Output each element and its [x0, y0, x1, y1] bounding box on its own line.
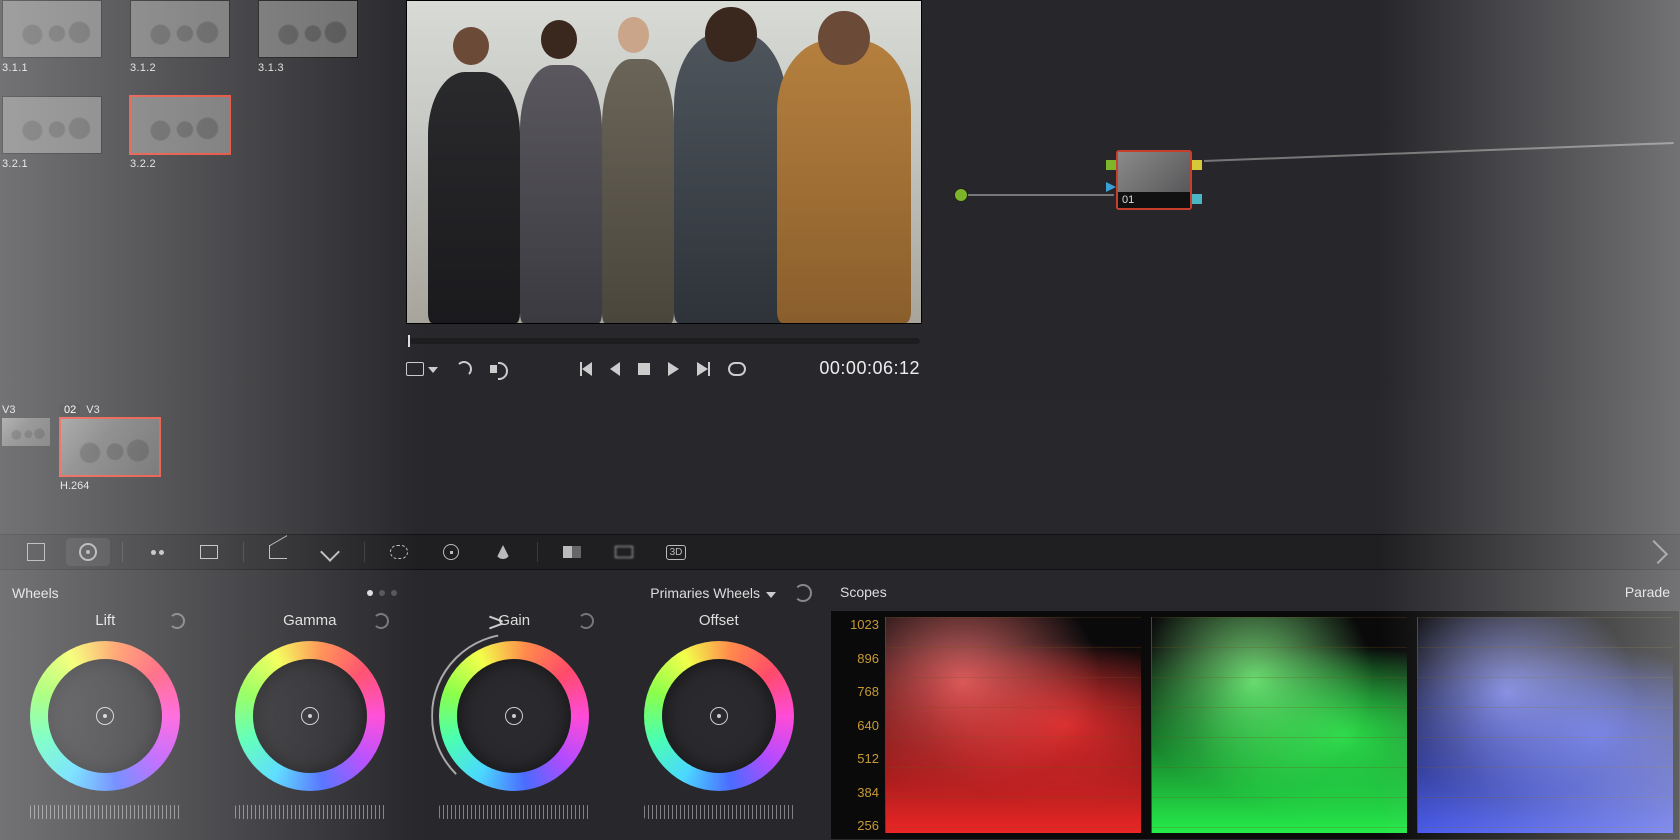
palette-qualifier-button[interactable]	[308, 538, 352, 566]
palette-sizing-button[interactable]	[14, 538, 58, 566]
reset-button[interactable]	[578, 613, 594, 629]
viewer: 00:00:06:12	[398, 0, 928, 379]
expand-palette-button[interactable]	[1644, 540, 1668, 564]
wheel-label: Lift	[95, 612, 115, 629]
wheel-indicator[interactable]	[505, 707, 523, 725]
palette-key-button[interactable]	[550, 538, 594, 566]
first-frame-button[interactable]	[580, 362, 592, 376]
reset-all-button[interactable]	[794, 584, 812, 602]
node-source[interactable]	[954, 188, 968, 202]
timeline-clip[interactable]: V3	[2, 404, 54, 446]
palette-stereo-3d-button[interactable]: 3D	[654, 538, 698, 566]
node-output-rgb[interactable]	[1192, 160, 1202, 170]
gamma-control: Gamma	[211, 612, 410, 819]
timeline-thumbnails: V3 02 V3 H.264	[0, 404, 160, 492]
wheel-indicator[interactable]	[96, 707, 114, 725]
offset-wheel[interactable]	[644, 641, 794, 791]
parade-red	[885, 617, 1141, 833]
page-indicator[interactable]	[367, 590, 397, 596]
media-pool: 3.1.1 3.1.2 3.1.3 3.2.1 3.2.2	[0, 0, 380, 170]
last-frame-button[interactable]	[697, 362, 710, 376]
gain-wheel[interactable]	[439, 641, 589, 791]
media-clip[interactable]: 3.2.1	[2, 96, 102, 170]
gamma-master-jog[interactable]	[235, 805, 385, 819]
palette-toolbar: 3D	[0, 534, 1680, 570]
node-graph[interactable]: 01	[940, 0, 1680, 400]
track-label: V3	[2, 404, 54, 416]
palette-rgb-mixer-button[interactable]	[187, 538, 231, 566]
node-wire	[1204, 142, 1674, 162]
chevron-down-icon	[766, 592, 776, 598]
offset-control: Offset	[620, 612, 819, 819]
gain-master-jog[interactable]	[439, 805, 589, 819]
node-input-key[interactable]	[1106, 182, 1116, 192]
parade-blue	[1417, 617, 1673, 833]
image-wipe-button[interactable]	[406, 362, 438, 376]
panel-title: Scopes	[840, 584, 887, 600]
lift-master-jog[interactable]	[30, 805, 180, 819]
palette-motion-effects-button[interactable]	[602, 538, 646, 566]
play-button[interactable]	[668, 362, 679, 376]
wheel-label: Gain	[498, 612, 530, 629]
offset-master-jog[interactable]	[644, 805, 794, 819]
node-wire	[968, 194, 1114, 196]
color-wheels-panel: Wheels Primaries Wheels Lift Gamma Gain …	[0, 576, 820, 819]
wheels-mode-dropdown[interactable]: Primaries Wheels	[650, 585, 776, 601]
wheel-indicator[interactable]	[301, 707, 319, 725]
viewer-scrubber[interactable]	[406, 338, 920, 344]
palette-window-button[interactable]	[377, 538, 421, 566]
clip-number: 02	[60, 404, 80, 416]
reset-button[interactable]	[373, 613, 389, 629]
palette-tracker-button[interactable]	[429, 538, 473, 566]
media-clip-selected[interactable]: 3.2.2	[130, 96, 230, 170]
parade-green	[1151, 617, 1407, 833]
stop-button[interactable]	[638, 363, 650, 375]
palette-primaries-button[interactable]	[66, 538, 110, 566]
node-output-key[interactable]	[1192, 194, 1202, 204]
chevron-down-icon	[428, 367, 438, 373]
color-node[interactable]: 01	[1116, 150, 1192, 210]
lift-wheel[interactable]	[30, 641, 180, 791]
scope-mode-dropdown[interactable]: Parade	[1625, 584, 1670, 600]
media-clip[interactable]: 3.1.2	[130, 0, 230, 74]
node-input-rgb[interactable]	[1106, 160, 1116, 170]
palette-hdr-button[interactable]	[135, 538, 179, 566]
mute-button[interactable]	[490, 362, 506, 376]
lift-control: Lift	[6, 612, 205, 819]
media-clip[interactable]: 3.1.1	[2, 0, 102, 74]
playhead-icon[interactable]	[408, 335, 410, 347]
viewer-image[interactable]	[406, 0, 922, 324]
parade-scope[interactable]: 1023896768640512384256	[830, 610, 1680, 840]
bypass-grades-button[interactable]	[456, 361, 472, 377]
reset-button[interactable]	[169, 613, 185, 629]
eyedropper-icon	[320, 542, 340, 562]
gain-control: Gain	[415, 612, 614, 819]
palette-curves-button[interactable]	[256, 538, 300, 566]
media-clip[interactable]: 3.1.3	[258, 0, 358, 74]
transport-bar: 00:00:06:12	[406, 358, 920, 379]
codec-label: H.264	[60, 480, 160, 492]
node-label: 01	[1118, 192, 1190, 208]
wheel-label: Offset	[699, 612, 739, 629]
wheel-label: Gamma	[283, 612, 336, 629]
timeline-clip-selected[interactable]: 02 V3 H.264	[60, 404, 160, 492]
scope-y-axis: 1023896768640512384256	[835, 611, 879, 839]
play-reverse-button[interactable]	[610, 362, 620, 376]
scopes-panel: Scopes Parade 1023896768640512384256	[824, 576, 1680, 840]
panel-title: Wheels	[12, 585, 59, 601]
track-label: V3	[86, 404, 99, 416]
palette-blur-button[interactable]	[481, 538, 525, 566]
gamma-wheel[interactable]	[235, 641, 385, 791]
timecode-display[interactable]: 00:00:06:12	[819, 358, 920, 379]
loop-button[interactable]	[728, 362, 746, 376]
wheel-indicator[interactable]	[710, 707, 728, 725]
